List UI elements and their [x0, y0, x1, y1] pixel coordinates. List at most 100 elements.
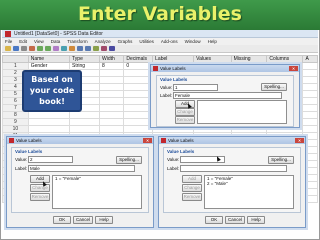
grid-cell[interactable] [69, 111, 100, 119]
grid-cell[interactable] [123, 90, 154, 98]
change-button[interactable]: Change [182, 184, 202, 192]
column-header-align[interactable]: A [302, 55, 318, 63]
grid-cell[interactable] [302, 69, 318, 77]
grid-cell[interactable] [69, 118, 100, 126]
menu-graphs[interactable]: Graphs [118, 38, 133, 45]
change-button[interactable]: Change [175, 108, 195, 116]
spelling-button[interactable]: Spelling... [116, 156, 142, 164]
print-icon[interactable] [21, 46, 27, 51]
goto-case-icon[interactable] [53, 46, 59, 51]
grid-cell[interactable] [123, 76, 154, 84]
grid-cell[interactable] [98, 104, 125, 112]
grid-cell[interactable] [98, 111, 125, 119]
grid-cell[interactable] [302, 97, 318, 105]
dialog-recall-icon[interactable] [29, 46, 35, 51]
column-header-width[interactable]: Width [98, 55, 125, 63]
menu-view[interactable]: View [34, 38, 44, 45]
grid-cell[interactable] [98, 125, 125, 133]
menu-utilities[interactable]: Utilities [139, 38, 154, 45]
grid-cell[interactable] [123, 97, 154, 105]
open-icon[interactable] [5, 46, 11, 51]
cell-type[interactable]: String [69, 62, 100, 70]
column-header-values[interactable]: Values [193, 55, 232, 63]
menu-edit[interactable]: Edit [19, 38, 27, 45]
grid-cell[interactable] [69, 125, 100, 133]
column-header-label[interactable]: Label [152, 55, 195, 63]
insert-cases-icon[interactable] [77, 46, 83, 51]
close-icon[interactable]: ✕ [289, 66, 298, 71]
menu-window[interactable]: Window [185, 38, 201, 45]
grid-cell[interactable] [302, 104, 318, 112]
column-header-decimals[interactable]: Decimals [123, 55, 154, 63]
label-input[interactable] [180, 165, 287, 172]
column-header-columns[interactable]: Columns [266, 55, 304, 63]
value-labels-icon[interactable] [109, 46, 115, 51]
menu-data[interactable]: Data [51, 38, 61, 45]
grid-cell[interactable] [98, 118, 125, 126]
menu-help[interactable]: Help [208, 38, 217, 45]
cancel-button[interactable]: Cancel [73, 216, 93, 224]
ok-button[interactable]: OK [205, 216, 223, 224]
close-icon[interactable]: ✕ [143, 138, 152, 143]
grid-cell[interactable] [302, 76, 318, 84]
column-header-name[interactable]: Name [27, 55, 71, 63]
grid-cell[interactable] [123, 125, 154, 133]
grid-cell[interactable] [123, 83, 154, 91]
cell-decimals[interactable]: 0 [123, 62, 154, 70]
help-button[interactable]: Help [247, 216, 265, 224]
list-item[interactable]: 1 = "Female" [55, 176, 141, 181]
grid-cell[interactable] [302, 125, 318, 133]
cell-align[interactable] [302, 62, 318, 70]
grid-cell[interactable] [123, 111, 154, 119]
grid-cell[interactable] [98, 90, 125, 98]
add-button[interactable]: Add [182, 175, 202, 183]
cell-width[interactable]: 8 [98, 62, 125, 70]
spelling-button[interactable]: Spelling... [261, 83, 287, 91]
grid-cell[interactable] [98, 97, 125, 105]
value-labels-list[interactable] [197, 100, 287, 124]
remove-button[interactable]: Remove [175, 116, 195, 124]
remove-button[interactable]: Remove [182, 193, 202, 201]
menu-analyze[interactable]: Analyze [95, 38, 111, 45]
label-input[interactable]: Male [28, 165, 135, 172]
grid-cell[interactable] [123, 69, 154, 77]
cell-name[interactable]: Gender [27, 62, 71, 70]
change-button[interactable]: Change [30, 184, 50, 192]
value-input[interactable]: 2 [28, 156, 73, 163]
grid-cell[interactable] [302, 111, 318, 119]
insert-variable-icon[interactable] [85, 46, 91, 51]
grid-cell[interactable] [98, 76, 125, 84]
grid-cell[interactable] [302, 83, 318, 91]
save-icon[interactable] [13, 46, 19, 51]
ok-button[interactable]: OK [53, 216, 71, 224]
grid-cell[interactable] [98, 69, 125, 77]
grid-cell[interactable] [302, 118, 318, 126]
help-button[interactable]: Help [95, 216, 113, 224]
spelling-button[interactable]: Spelling... [268, 156, 294, 164]
close-icon[interactable]: ✕ [295, 138, 304, 143]
value-labels-list[interactable]: 1 = "Female" [52, 175, 142, 209]
label-input[interactable]: Female [173, 92, 282, 99]
grid-cell[interactable] [27, 111, 71, 119]
grid-cell[interactable] [302, 90, 318, 98]
column-header-type[interactable]: Type [69, 55, 100, 63]
menu-transform[interactable]: Transform [67, 38, 87, 45]
weight-cases-icon[interactable] [101, 46, 107, 51]
undo-icon[interactable] [37, 46, 43, 51]
cancel-button[interactable]: Cancel [225, 216, 245, 224]
grid-cell[interactable] [98, 83, 125, 91]
menu-file[interactable]: File [5, 38, 12, 45]
grid-cell[interactable] [123, 104, 154, 112]
grid-cell[interactable] [27, 125, 71, 133]
grid-cell[interactable] [27, 118, 71, 126]
variables-icon[interactable] [61, 46, 67, 51]
grid-cell[interactable] [123, 118, 154, 126]
menu-add-ons[interactable]: Add-ons [161, 38, 178, 45]
split-file-icon[interactable] [93, 46, 99, 51]
find-icon[interactable] [69, 46, 75, 51]
column-header-missing[interactable]: Missing [230, 55, 268, 63]
redo-icon[interactable] [45, 46, 51, 51]
value-input[interactable]: 1 [173, 84, 218, 91]
value-labels-list[interactable]: 1 = "Female" 2 = "Male" [204, 175, 294, 209]
list-item[interactable]: 2 = "Male" [207, 181, 293, 186]
